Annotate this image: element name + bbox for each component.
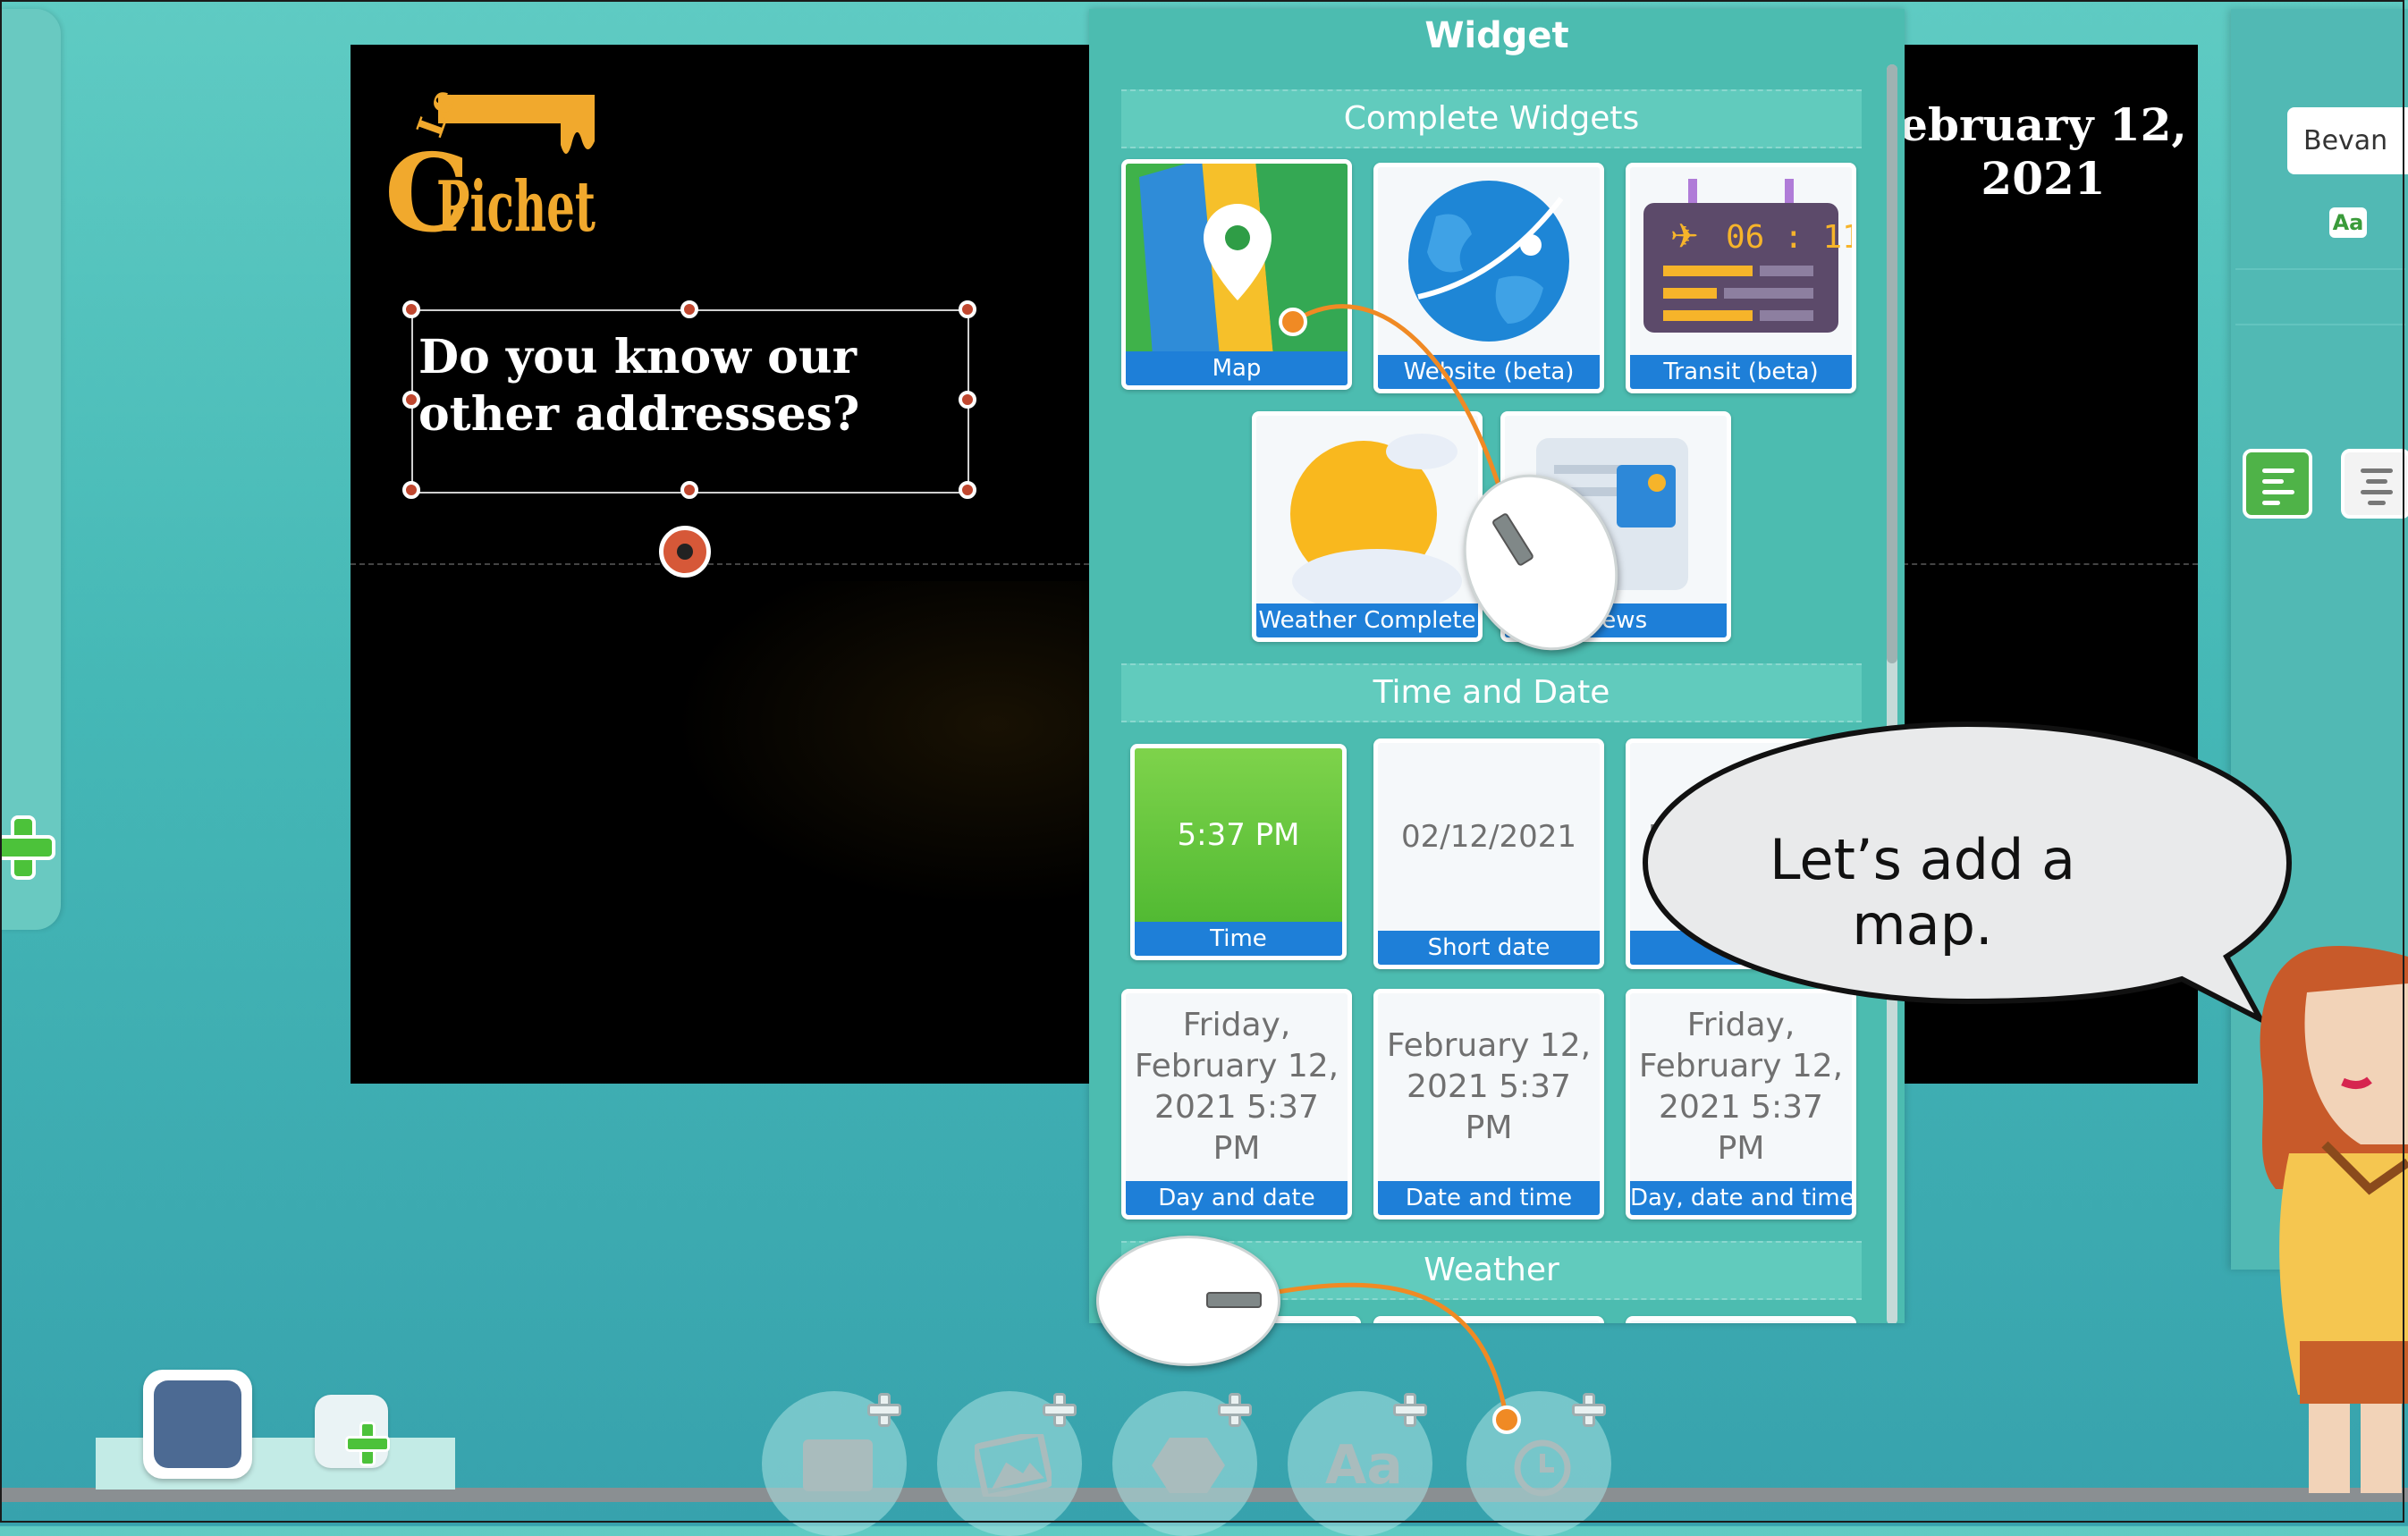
widget-panel: Widget Complete Widgets Map Website (bet… (1089, 9, 1905, 1323)
plus-icon (345, 1422, 390, 1466)
add-slide-button[interactable] (315, 1395, 390, 1468)
plus-icon (1572, 1393, 1606, 1427)
widget-label: Time (1135, 922, 1342, 956)
svg-text:Pichet: Pichet (436, 166, 596, 248)
guide-line (351, 563, 1089, 565)
widget-tile-transit[interactable]: ✈ 06 : 11 Transit (beta) (1626, 163, 1856, 393)
widget-tile-day-date-time[interactable]: Friday, February 12, 2021 5:37 PM Day, d… (1626, 989, 1856, 1220)
align-center-icon (2361, 468, 2393, 511)
align-center-button[interactable] (2341, 449, 2408, 519)
date-line-1: ebruary 12, (1899, 98, 2187, 151)
globe-icon (1408, 181, 1569, 342)
brand-logo: Le C Pichet (384, 88, 596, 249)
widget-label: Weather Complete (1256, 603, 1478, 637)
tutorial-mouse-icon (1096, 1236, 1280, 1366)
widget-value: 02/12/2021 (1401, 819, 1576, 855)
date-line-2: 2021 (1981, 152, 2106, 205)
add-widget-button[interactable] (1466, 1391, 1611, 1536)
widget-tile-day-and-date[interactable]: Friday, February 12, 2021 5:37 PM Day an… (1121, 989, 1352, 1220)
map-icon (1126, 164, 1348, 356)
add-item-plus-icon[interactable] (0, 814, 55, 880)
slide-thumbnail[interactable] (143, 1370, 252, 1479)
resize-handle-w[interactable] (402, 391, 420, 409)
widget-value: February 12, 2021 5:37 PM (1386, 1027, 1592, 1146)
mouse-wheel (1491, 511, 1535, 568)
widget-tile-weather-2[interactable] (1373, 1316, 1604, 1323)
add-image-button[interactable] (937, 1391, 1082, 1536)
slide-date-text: ebruary 12, 2021 (1896, 98, 2191, 206)
widget-label: Day and date (1126, 1181, 1348, 1215)
widget-tile-map[interactable]: Map (1121, 159, 1352, 390)
widget-panel-title: Widget (1424, 15, 1569, 56)
resize-handle-ne[interactable] (959, 300, 976, 318)
font-selector[interactable]: Bevan (2287, 107, 2408, 174)
widget-label: Short date (1378, 931, 1600, 965)
widget-tile-weather-complete[interactable]: Weather Complete (1252, 411, 1483, 642)
add-text-button[interactable]: Aa (1288, 1391, 1432, 1536)
resize-handle-s[interactable] (680, 481, 698, 499)
plus-icon (1043, 1393, 1077, 1427)
text-icon: Aa (1325, 1434, 1403, 1497)
widget-label: Day, date and time (1630, 1181, 1852, 1215)
properties-panel (2231, 9, 2408, 1270)
svg-text:✈: ✈ (1670, 216, 1699, 256)
align-left-button[interactable] (2243, 449, 2312, 519)
widget-tile-short-date[interactable]: 02/12/2021 Short date (1373, 738, 1604, 969)
resize-handle-n[interactable] (680, 300, 698, 318)
rotate-handle-icon[interactable] (659, 526, 711, 578)
left-rail (0, 9, 61, 930)
sun-cloud-icon (1290, 434, 1462, 608)
section-complete-widgets: Complete Widgets (1121, 89, 1862, 148)
widget-scrollbar[interactable] (1887, 64, 1897, 1323)
widget-tile-date-and-time[interactable]: February 12, 2021 5:37 PM Date and time (1373, 989, 1604, 1220)
mouse-wheel (1206, 1292, 1262, 1308)
add-shape-button[interactable] (1112, 1391, 1257, 1536)
svg-text:06 : 11: 06 : 11 (1726, 219, 1856, 256)
section-time-and-date: Time and Date (1121, 663, 1862, 722)
slide-canvas[interactable]: Le C Pichet Do you know our other addres… (351, 45, 1089, 1084)
guide-line (1903, 563, 2198, 565)
widget-label: Website (beta) (1378, 355, 1600, 389)
widget-tile-time[interactable]: 5:37 PM Time (1130, 744, 1347, 960)
hexagon-icon (1152, 1438, 1225, 1493)
plus-icon (1218, 1393, 1252, 1427)
font-style-icon[interactable]: Aa (2329, 207, 2367, 238)
resize-handle-se[interactable] (959, 481, 976, 499)
resize-handle-nw[interactable] (402, 300, 420, 318)
screen-icon (803, 1439, 873, 1491)
panel-divider (2235, 268, 2405, 325)
widget-tile-weather-3[interactable] (1626, 1316, 1856, 1323)
clock-icon (1514, 1439, 1571, 1497)
plus-icon (867, 1393, 901, 1427)
widget-label: Transit (beta) (1630, 355, 1852, 389)
widget-tile-website[interactable]: Website (beta) (1373, 163, 1604, 393)
headline-text[interactable]: Do you know our other addresses? (418, 329, 955, 443)
align-left-icon (2262, 468, 2294, 511)
add-screen-button[interactable] (762, 1391, 907, 1536)
resize-handle-sw[interactable] (402, 481, 420, 499)
widget-value: 5:37 PM (1177, 817, 1300, 853)
tutorial-speech-text: Let’s add a map. (1769, 827, 2076, 958)
widget-value: Friday, February 12, 2021 5:37 PM (1134, 1007, 1339, 1167)
widget-label: Date and time (1378, 1181, 1600, 1215)
scroll-thumb[interactable] (1887, 64, 1897, 663)
plus-icon (1393, 1393, 1427, 1427)
widget-label: Map (1126, 351, 1348, 385)
resize-handle-e[interactable] (959, 391, 976, 409)
widget-value: Friday, February 12, 2021 5:37 PM (1638, 1007, 1844, 1167)
background-photo (619, 581, 1089, 939)
image-icon (975, 1434, 1052, 1497)
flight-board-icon: ✈ 06 : 11 (1643, 179, 1856, 333)
